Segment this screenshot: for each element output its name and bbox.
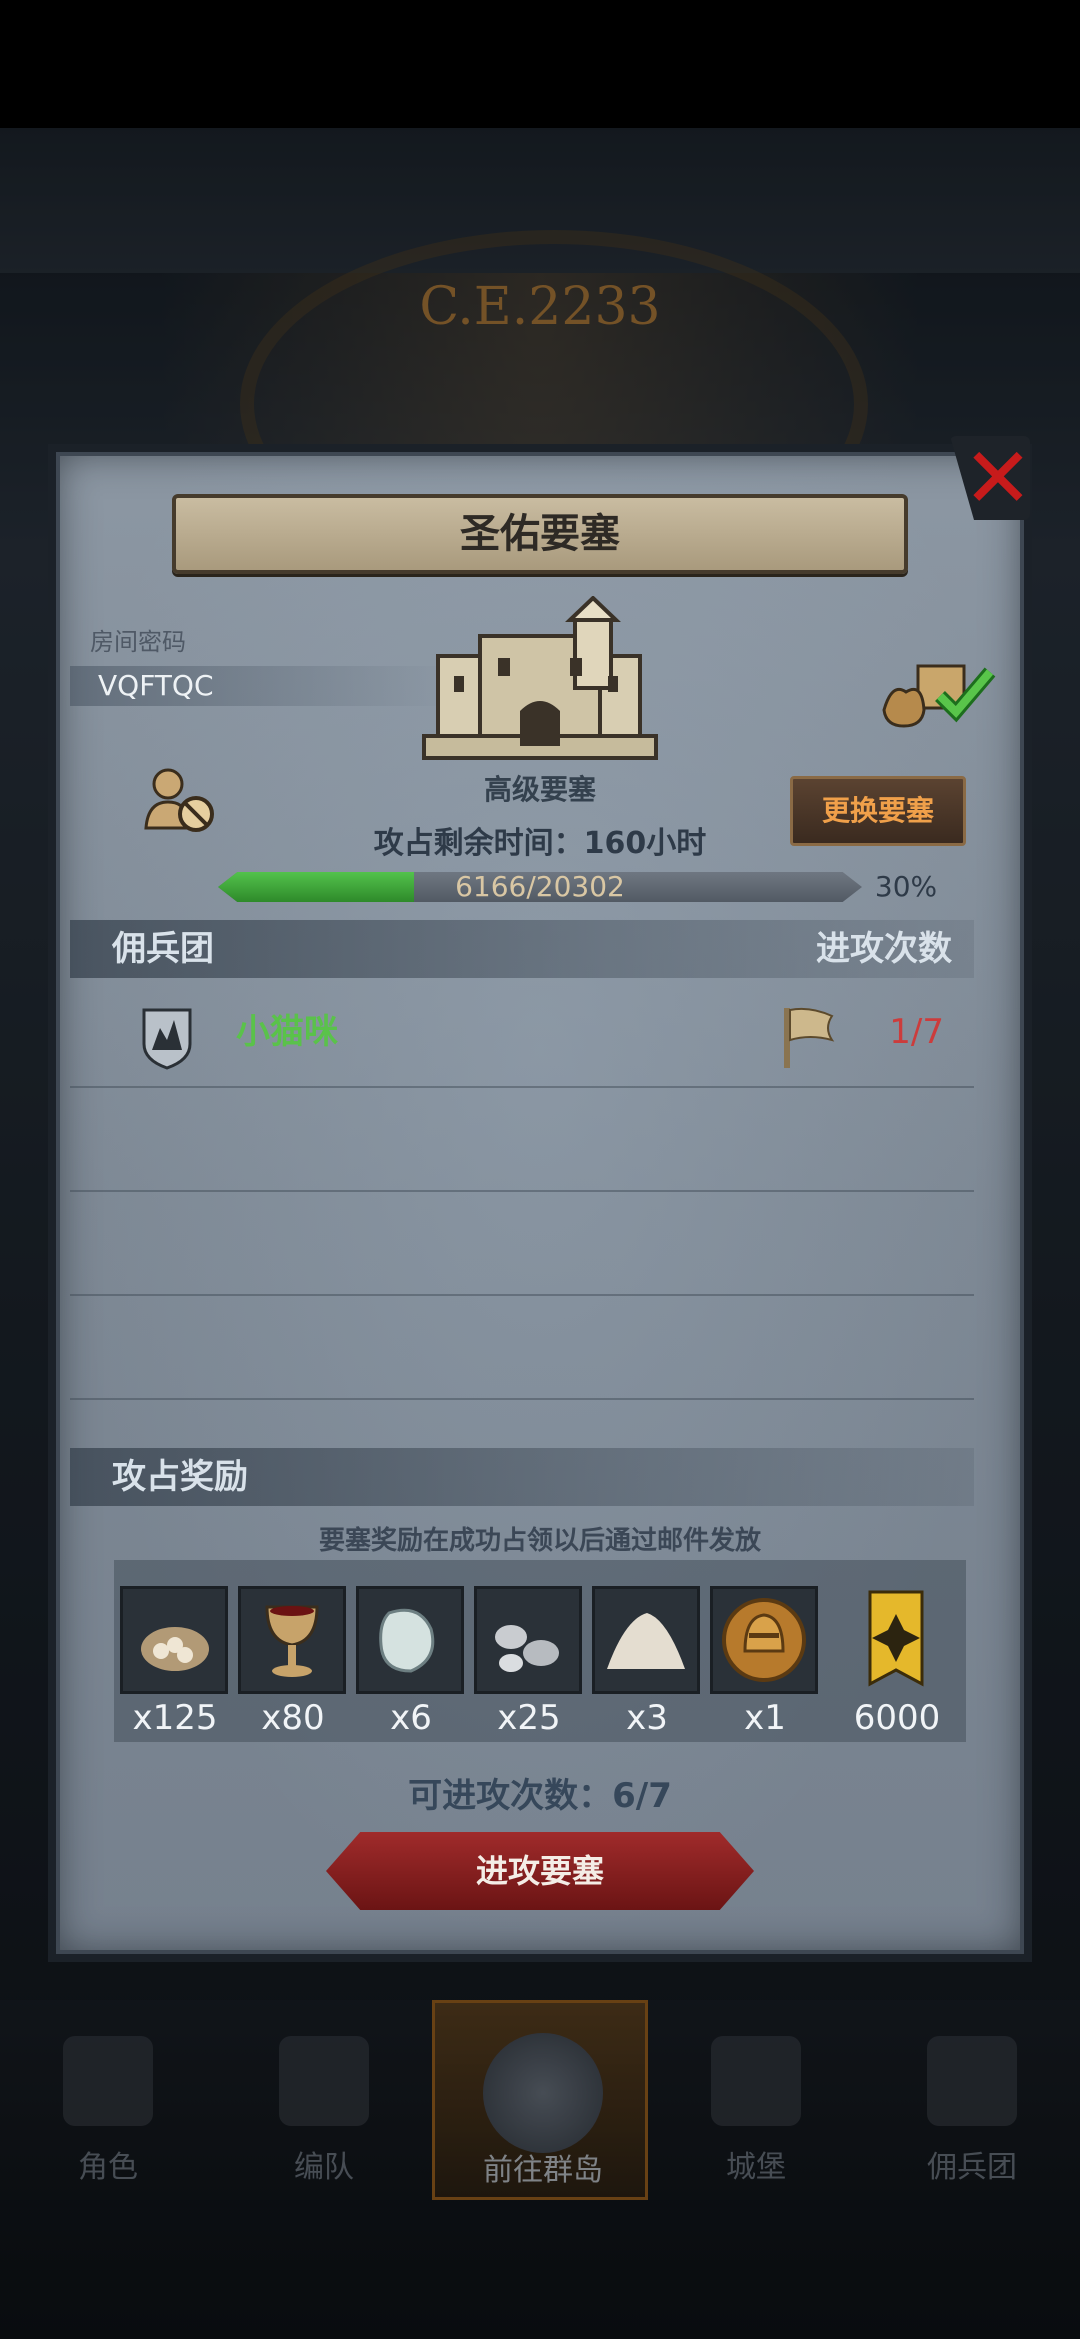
knight-helmet-medal-icon xyxy=(710,1586,818,1694)
room-code-label: 房间密码 xyxy=(90,628,186,656)
reward-item[interactable]: x80 xyxy=(238,1586,348,1738)
supply-box-checked-icon[interactable] xyxy=(878,652,998,732)
no-person-icon[interactable] xyxy=(142,766,218,834)
attack-fortress-label: 进攻要塞 xyxy=(475,1852,604,1890)
guild-shield-icon xyxy=(142,1008,192,1070)
capture-progress-percent: 30% xyxy=(874,870,938,903)
reward-quantity: x25 xyxy=(497,1698,561,1738)
modal-title: 圣佑要塞 xyxy=(460,511,620,557)
moonstone-icon xyxy=(356,1586,464,1694)
title-plate: 圣佑要塞 xyxy=(172,494,908,574)
mercenary-name: 小猫咪 xyxy=(236,1012,338,1052)
reward-item[interactable]: 6000 xyxy=(842,1586,952,1738)
salt-pile-icon xyxy=(592,1586,700,1694)
mercenary-section-header: 佣兵团 进攻次数 xyxy=(70,920,974,978)
supply-sack-icon xyxy=(120,1586,228,1694)
mercenary-header: 佣兵团 xyxy=(112,929,214,969)
empty-row xyxy=(70,1192,974,1296)
room-code[interactable]: VQFTQC xyxy=(98,668,214,704)
reward-quantity: x125 xyxy=(132,1698,218,1738)
reward-item[interactable]: x125 xyxy=(120,1586,230,1738)
reward-quantity: x1 xyxy=(744,1698,786,1738)
reward-quantity: x80 xyxy=(261,1698,325,1738)
mercenary-attack-count: 1/7 xyxy=(889,1012,944,1052)
time-remaining: 攻占剩余时间：160小时 xyxy=(373,826,707,861)
silver-ore-icon xyxy=(474,1586,582,1694)
empty-row xyxy=(70,1296,974,1400)
reward-note: 要塞奖励在成功占领以后通过邮件发放 xyxy=(318,1526,761,1556)
reward-quantity: x6 xyxy=(390,1698,432,1738)
close-icon[interactable]: ✕ xyxy=(962,436,1034,520)
reward-item[interactable]: x6 xyxy=(356,1586,466,1738)
attacks-available: 可进攻次数：6/7 xyxy=(408,1776,672,1816)
mercenary-row[interactable]: 小猫咪 1/7 xyxy=(70,984,974,1088)
reward-quantity: x3 xyxy=(626,1698,668,1738)
change-fortress-button[interactable]: 更换要塞 xyxy=(790,776,966,846)
fortress-grade: 高级要塞 xyxy=(483,773,596,806)
goblet-icon xyxy=(238,1586,346,1694)
reward-quantity: 6000 xyxy=(853,1698,941,1738)
empty-row xyxy=(70,1088,974,1192)
banner-emblem-icon xyxy=(842,1586,950,1694)
reward-header: 攻占奖励 xyxy=(112,1457,248,1497)
reward-section-header: 攻占奖励 xyxy=(70,1448,974,1506)
capture-progress-text: 6166/20302 xyxy=(455,870,625,903)
fortress-icon xyxy=(422,596,658,760)
attack-fortress-button[interactable]: 进攻要塞 xyxy=(326,1832,754,1910)
attack-count-header: 进攻次数 xyxy=(816,929,952,969)
status-bar-area xyxy=(0,0,1080,128)
reward-item[interactable]: x3 xyxy=(592,1586,702,1738)
flag-icon xyxy=(784,1007,835,1068)
reward-item[interactable]: x1 xyxy=(710,1586,820,1738)
reward-item[interactable]: x25 xyxy=(474,1586,584,1738)
